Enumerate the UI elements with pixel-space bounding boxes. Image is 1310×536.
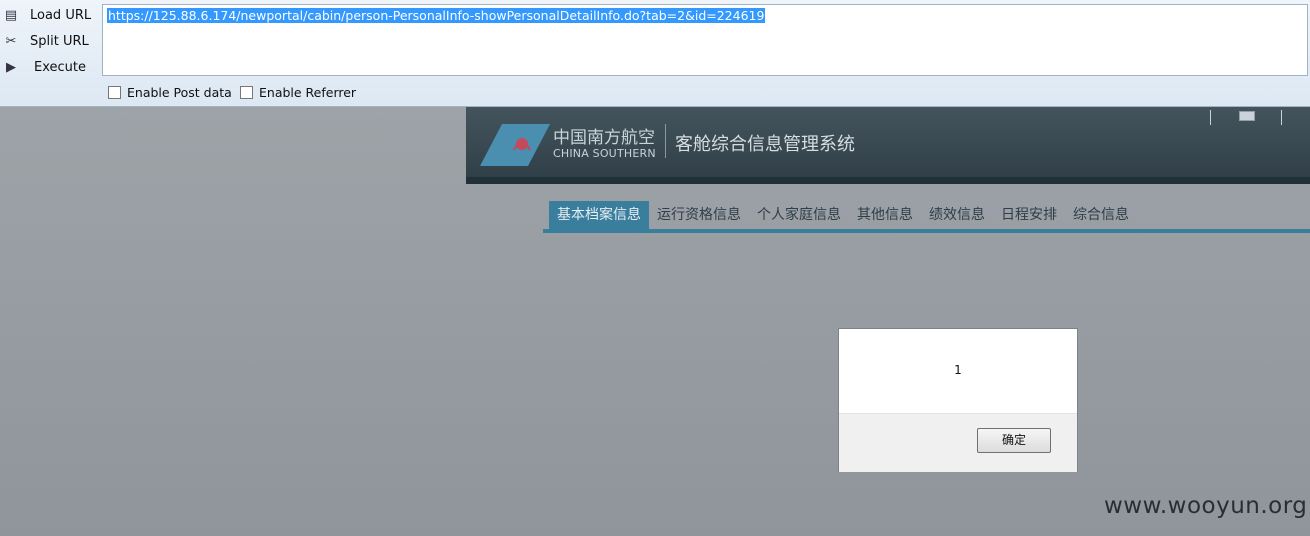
header-divider [1210, 110, 1211, 125]
brand-divider [665, 124, 666, 158]
play-icon: ▶ [6, 60, 16, 75]
mail-icon[interactable] [1239, 111, 1255, 121]
enable-referrer-label: Enable Referrer [259, 85, 357, 100]
execute-label: Execute [34, 60, 86, 75]
tab-family-info[interactable]: 个人家庭信息 [757, 201, 841, 229]
load-url-label: Load URL [30, 8, 92, 23]
tab-schedule[interactable]: 日程安排 [1001, 201, 1057, 229]
checkbox-box [240, 86, 253, 99]
page-background [0, 107, 1310, 536]
tab-performance-info[interactable]: 绩效信息 [929, 201, 985, 229]
split-url-button[interactable]: ✂ Split URL [0, 30, 100, 54]
nav-underline [543, 229, 1310, 233]
alert-message: 1 [954, 363, 962, 377]
enable-post-label: Enable Post data [127, 85, 232, 100]
load-url-button[interactable]: ▤ Load URL [0, 4, 100, 28]
tab-other-info[interactable]: 其他信息 [857, 201, 913, 229]
checkbox-box [108, 86, 121, 99]
tab-comprehensive-info[interactable]: 综合信息 [1073, 201, 1129, 229]
scissors-icon: ✂ [5, 34, 17, 49]
watermark: www.wooyun.org [1104, 493, 1308, 519]
header-divider [1281, 110, 1282, 125]
header-bottom-bar [466, 177, 1310, 184]
hackbar-toolbar: ▤ Load URL ✂ Split URL ▶ Execute https:/… [0, 0, 1310, 107]
load-url-icon: ▤ [4, 8, 18, 23]
brand-name-cn: 中国南方航空 [553, 128, 655, 148]
alert-dialog: 1 确定 [838, 328, 1078, 472]
url-textarea[interactable]: https://125.88.6.174/newportal/cabin/per… [102, 4, 1308, 76]
system-title: 客舱综合信息管理系统 [675, 134, 855, 155]
alert-footer: 确定 [839, 413, 1077, 472]
split-url-label: Split URL [30, 34, 89, 49]
china-southern-logo-icon [480, 124, 550, 166]
ok-button[interactable]: 确定 [977, 428, 1051, 453]
tab-basic-profile[interactable]: 基本档案信息 [549, 201, 649, 229]
brand-name-en: CHINA SOUTHERN [553, 147, 656, 160]
execute-button[interactable]: ▶ Execute [0, 56, 100, 80]
tab-operation-qualification[interactable]: 运行资格信息 [657, 201, 741, 229]
url-text: https://125.88.6.174/newportal/cabin/per… [107, 8, 766, 23]
